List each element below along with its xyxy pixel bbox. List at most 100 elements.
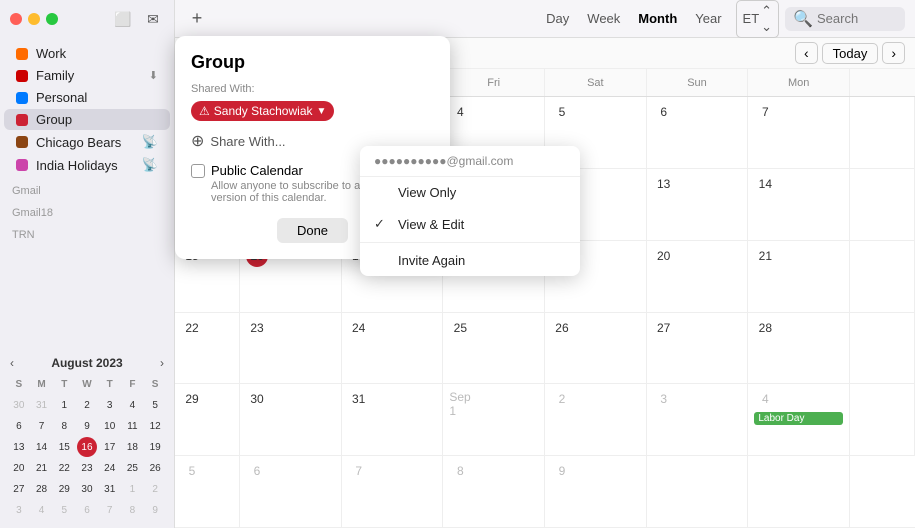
mini-day-6[interactable]: 6 <box>9 416 29 436</box>
cell-aug28[interactable]: 28 <box>748 313 850 385</box>
cell-sep11[interactable] <box>748 456 850 528</box>
cell-sep9[interactable]: 9 <box>545 456 647 528</box>
view-week-btn[interactable]: Week <box>579 8 628 29</box>
cell-aug20[interactable]: 20 <box>647 241 749 313</box>
prev-month-btn[interactable]: ‹ <box>795 42 818 64</box>
mini-day-28[interactable]: 28 <box>32 479 52 499</box>
search-box[interactable]: 🔍 <box>785 7 905 31</box>
cell-aug28b[interactable] <box>850 313 915 385</box>
traffic-light-yellow[interactable] <box>28 13 40 25</box>
cell-sep1[interactable]: Sep 1 <box>443 384 545 456</box>
mini-day-24[interactable]: 24 <box>100 458 120 478</box>
sidebar-item-work[interactable]: Work <box>4 43 170 64</box>
mini-day-3[interactable]: 3 <box>100 395 120 415</box>
cell-aug24[interactable]: 24 <box>342 313 444 385</box>
mini-cal-prev[interactable]: ‹ <box>8 356 16 370</box>
mini-day-30b[interactable]: 30 <box>77 479 97 499</box>
traffic-light-red[interactable] <box>10 13 22 25</box>
mini-day-s8[interactable]: 8 <box>122 500 142 520</box>
cell-aug7[interactable]: 7 <box>748 97 850 169</box>
cell-sep8[interactable]: 8 <box>443 456 545 528</box>
mini-day-s3[interactable]: 3 <box>9 500 29 520</box>
mini-day-8[interactable]: 8 <box>54 416 74 436</box>
mini-day-14[interactable]: 14 <box>32 437 52 457</box>
cell-sep7[interactable]: 7 <box>342 456 444 528</box>
mini-day-2[interactable]: 2 <box>77 395 97 415</box>
cell-aug14[interactable]: 14 <box>748 169 850 241</box>
view-month-btn[interactable]: Month <box>630 8 685 29</box>
cell-sep6[interactable]: 6 <box>240 456 342 528</box>
labor-day-event[interactable]: Labor Day <box>754 412 843 425</box>
dropdown-item-view-edit[interactable]: ✓ View & Edit <box>360 208 580 240</box>
mini-day-18[interactable]: 18 <box>122 437 142 457</box>
cell-sep10[interactable] <box>647 456 749 528</box>
cell-aug6[interactable]: 6 <box>647 97 749 169</box>
done-button[interactable]: Done <box>277 218 348 243</box>
mini-day-30a[interactable]: 30 <box>9 395 29 415</box>
mini-day-25[interactable]: 25 <box>122 458 142 478</box>
sidebar-item-personal[interactable]: Personal <box>4 87 170 108</box>
mini-day-19[interactable]: 19 <box>145 437 165 457</box>
cell-sep4b[interactable] <box>850 384 915 456</box>
cell-aug13[interactable]: 13 <box>647 169 749 241</box>
search-input[interactable] <box>817 11 897 26</box>
mini-day-11[interactable]: 11 <box>122 416 142 436</box>
cell-aug23[interactable]: 23 <box>240 313 342 385</box>
cell-aug29[interactable]: 29 <box>175 384 240 456</box>
add-event-button[interactable]: + <box>185 7 209 31</box>
mini-day-31a[interactable]: 31 <box>32 395 52 415</box>
mini-day-1[interactable]: 1 <box>54 395 74 415</box>
cell-aug25[interactable]: 25 <box>443 313 545 385</box>
view-year-btn[interactable]: Year <box>687 8 729 29</box>
mini-day-12[interactable]: 12 <box>145 416 165 436</box>
shared-user-pill[interactable]: ⚠ Sandy Stachowiak ▼ <box>191 101 334 121</box>
today-btn[interactable]: Today <box>822 43 879 64</box>
mini-day-s6[interactable]: 6 <box>77 500 97 520</box>
mini-day-4[interactable]: 4 <box>122 395 142 415</box>
dropdown-item-view-only[interactable]: View Only <box>360 177 580 208</box>
mini-day-26[interactable]: 26 <box>145 458 165 478</box>
cell-aug7b[interactable] <box>850 97 915 169</box>
mini-day-s1[interactable]: 1 <box>122 479 142 499</box>
cell-aug27[interactable]: 27 <box>647 313 749 385</box>
mini-day-13[interactable]: 13 <box>9 437 29 457</box>
mini-day-s5[interactable]: 5 <box>54 500 74 520</box>
cell-aug21b[interactable] <box>850 241 915 313</box>
mini-day-7[interactable]: 7 <box>32 416 52 436</box>
sidebar-item-india-holidays[interactable]: India Holidays 📡 <box>4 154 170 176</box>
mini-day-22[interactable]: 22 <box>54 458 74 478</box>
cell-aug26[interactable]: 26 <box>545 313 647 385</box>
cell-aug14b[interactable] <box>850 169 915 241</box>
cell-aug30[interactable]: 30 <box>240 384 342 456</box>
cell-aug31[interactable]: 31 <box>342 384 444 456</box>
mini-day-5[interactable]: 5 <box>145 395 165 415</box>
mini-day-s7[interactable]: 7 <box>100 500 120 520</box>
cell-aug22[interactable]: 22 <box>175 313 240 385</box>
inbox-btn[interactable]: ✉ <box>142 8 164 30</box>
sidebar-item-family[interactable]: Family ⬇ <box>4 65 170 86</box>
traffic-light-green[interactable] <box>46 13 58 25</box>
mini-day-20[interactable]: 20 <box>9 458 29 478</box>
next-month-btn[interactable]: › <box>882 42 905 64</box>
mini-cal-next[interactable]: › <box>158 356 166 370</box>
mini-day-29[interactable]: 29 <box>54 479 74 499</box>
mini-day-16[interactable]: 16 <box>77 437 97 457</box>
view-day-btn[interactable]: Day <box>538 8 577 29</box>
mini-day-10[interactable]: 10 <box>100 416 120 436</box>
cell-sep5[interactable]: 5 <box>175 456 240 528</box>
cell-aug21[interactable]: 21 <box>748 241 850 313</box>
mini-day-21[interactable]: 21 <box>32 458 52 478</box>
mini-day-s4[interactable]: 4 <box>32 500 52 520</box>
mini-day-27[interactable]: 27 <box>9 479 29 499</box>
mini-day-23[interactable]: 23 <box>77 458 97 478</box>
mini-day-17[interactable]: 17 <box>100 437 120 457</box>
cell-sep2[interactable]: 2 <box>545 384 647 456</box>
mini-day-s2[interactable]: 2 <box>145 479 165 499</box>
sidebar-toggle-btn[interactable]: ⬜ <box>112 8 134 30</box>
sidebar-item-chicago-bears[interactable]: Chicago Bears 📡 <box>4 131 170 153</box>
mini-day-15[interactable]: 15 <box>54 437 74 457</box>
mini-day-9[interactable]: 9 <box>77 416 97 436</box>
sidebar-item-group[interactable]: Group <box>4 109 170 130</box>
mini-day-31b[interactable]: 31 <box>100 479 120 499</box>
cell-sep3[interactable]: 3 <box>647 384 749 456</box>
